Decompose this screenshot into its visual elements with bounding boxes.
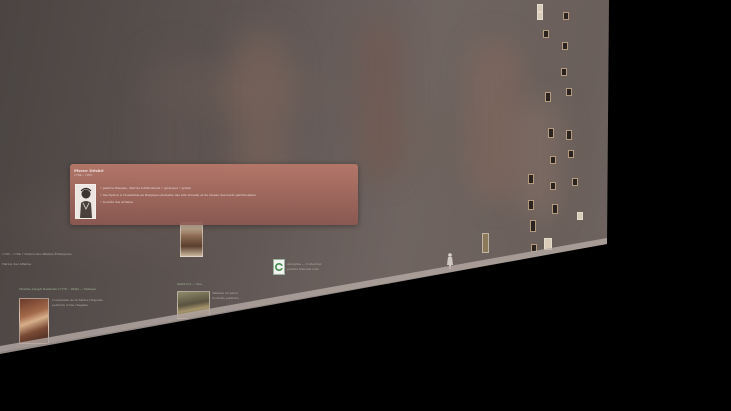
artwork-caption: peinture d'une chapelle xyxy=(52,303,89,307)
gallery-viewport: 1792 – 1794 • Nation des Affaires Étrang… xyxy=(0,0,731,411)
artwork-thumbnail[interactable] xyxy=(550,182,556,190)
artwork-thumbnail[interactable] xyxy=(577,212,583,220)
artwork-caption: peintre français vers xyxy=(287,267,319,271)
artwork-header[interactable]: Saint-Cyr — Vue xyxy=(177,282,202,286)
artwork-thumbnail[interactable] xyxy=(528,200,534,210)
artwork-caption: nouvelle peinture xyxy=(212,296,239,300)
artwork-caption: Commande de la Sainte-Chapelle xyxy=(52,298,103,302)
artwork-thumbnail[interactable] xyxy=(566,130,572,140)
tooltip-line: • inscription à l'Académie de Belgique (… xyxy=(100,193,256,197)
artwork-thumbnail[interactable] xyxy=(528,174,534,184)
blur-shape xyxy=(360,20,400,180)
artwork-header[interactable]: Charles Joseph Desmolin (1778 – 1840) — … xyxy=(19,287,96,291)
artwork-thumbnail[interactable] xyxy=(550,156,556,164)
tooltip-line: • peintre français, chef de fortificatio… xyxy=(100,186,191,190)
institution-logo-icon[interactable] xyxy=(273,259,285,275)
tooltip-line: • Société des Artistes xyxy=(100,200,133,204)
artwork-thumbnail[interactable] xyxy=(548,128,554,138)
artwork-thumbnail[interactable] xyxy=(545,92,551,102)
artwork-thumbnail[interactable] xyxy=(543,30,549,38)
artwork-thumbnail[interactable] xyxy=(552,204,558,214)
artwork-thumbnail[interactable] xyxy=(561,68,567,76)
blur-shape xyxy=(470,40,520,200)
artwork-thumbnail[interactable] xyxy=(180,222,203,257)
artwork-thumbnail[interactable] xyxy=(19,298,49,344)
artwork-thumbnail[interactable] xyxy=(562,42,568,50)
artwork-thumbnail[interactable] xyxy=(563,12,569,20)
artwork-thumbnail[interactable] xyxy=(482,233,489,253)
tooltip-dates: 1794 – 1857 xyxy=(74,173,93,177)
artwork-thumbnail[interactable] xyxy=(568,150,574,158)
artwork-thumbnail[interactable] xyxy=(566,88,572,96)
artist-portrait[interactable] xyxy=(75,184,96,219)
artwork-caption: Tableau du salon xyxy=(212,291,238,295)
left-caption: 1792 – 1794 • Nation des Affaires Étrang… xyxy=(2,252,72,256)
artwork-thumbnail[interactable] xyxy=(537,12,543,20)
artwork-caption: Anonyme — Collection xyxy=(287,262,322,266)
artwork-thumbnail[interactable] xyxy=(572,178,578,186)
artwork-thumbnail[interactable] xyxy=(530,220,536,232)
artwork-thumbnail[interactable] xyxy=(537,4,543,12)
left-caption-secondary: Nation des Affaires xyxy=(2,262,32,266)
artist-tooltip[interactable]: Pierre Désiré 1794 – 1857 • peintre fran… xyxy=(70,164,358,225)
